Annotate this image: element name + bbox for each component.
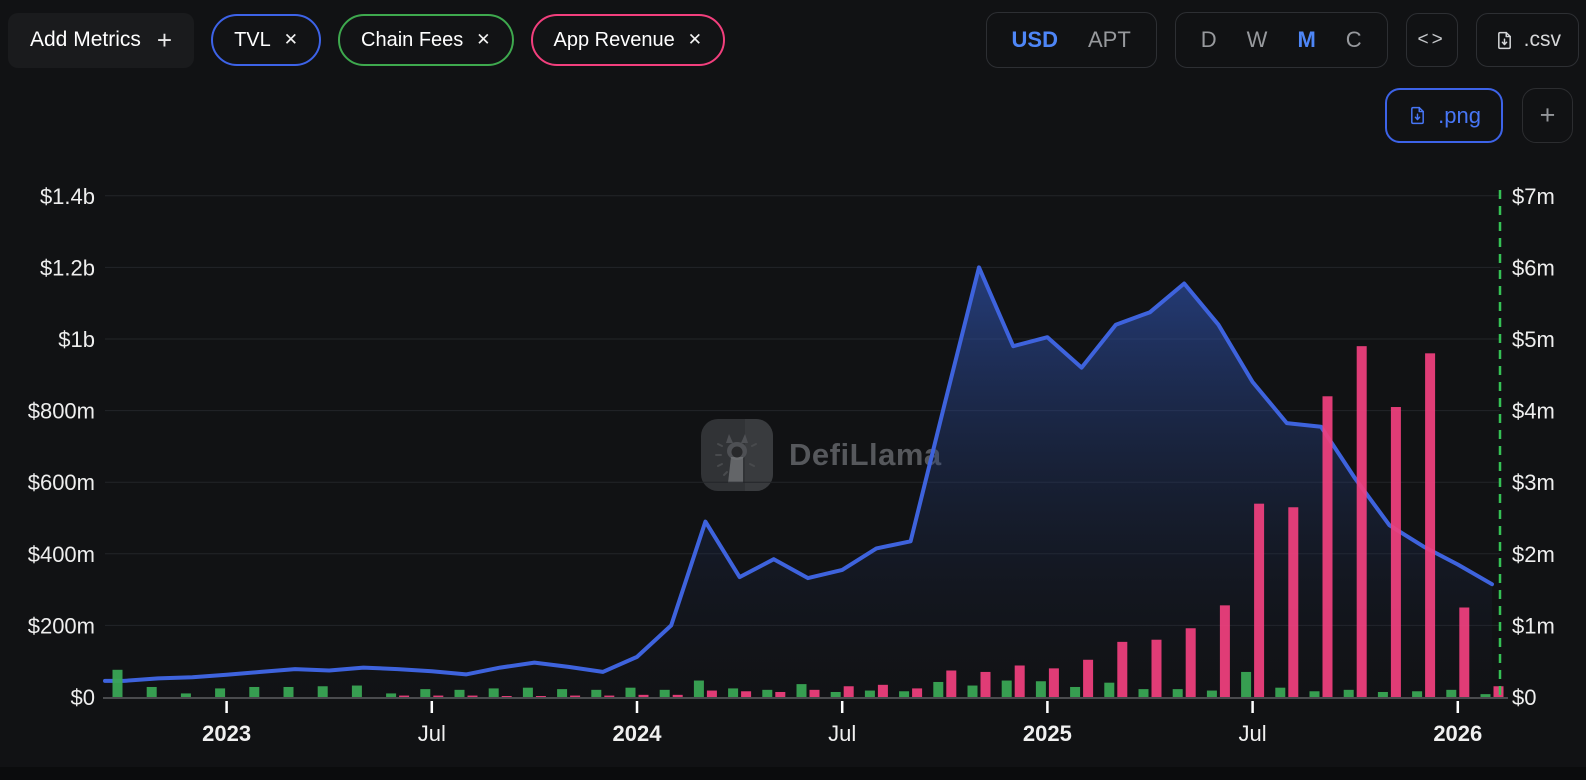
currency-toggle: USD APT bbox=[986, 12, 1157, 68]
svg-text:$0: $0 bbox=[71, 685, 95, 710]
svg-text:$1.2b: $1.2b bbox=[40, 255, 95, 280]
left-axis-labels: $0 $200m $400m $600m $800m $1b $1.2b $1.4b bbox=[28, 184, 95, 710]
svg-text:Jul: Jul bbox=[1239, 721, 1267, 746]
toolbar-row2: .png + bbox=[1385, 86, 1573, 145]
chip-tvl[interactable]: TVL ✕ bbox=[211, 14, 321, 66]
add-metrics-label: Add Metrics bbox=[30, 28, 141, 52]
svg-text:$400m: $400m bbox=[28, 542, 95, 567]
currency-option-apt[interactable]: APT bbox=[1088, 27, 1131, 53]
svg-text:$3m: $3m bbox=[1512, 470, 1555, 495]
svg-text:$6m: $6m bbox=[1512, 255, 1555, 280]
chip-label: App Revenue bbox=[554, 29, 675, 52]
svg-text:Jul: Jul bbox=[418, 721, 446, 746]
svg-text:$1m: $1m bbox=[1512, 613, 1555, 638]
close-icon[interactable]: ✕ bbox=[688, 30, 702, 50]
download-csv-button[interactable]: .csv bbox=[1476, 13, 1579, 67]
chart-canvas[interactable]: $0 $200m $400m $600m $800m $1b $1.2b $1.4b $0 $1… bbox=[0, 168, 1586, 780]
svg-text:$5m: $5m bbox=[1512, 327, 1555, 352]
interval-option-m[interactable]: M bbox=[1297, 27, 1315, 53]
chip-app-revenue[interactable]: App Revenue ✕ bbox=[531, 14, 725, 66]
svg-text:2023: 2023 bbox=[202, 721, 251, 746]
x-axis-labels: 2023 Jul 2024 Jul 2025 Jul 2026 bbox=[202, 701, 1482, 746]
interval-toggle: D W M C bbox=[1175, 12, 1388, 68]
toolbar: Add Metrics + TVL ✕ Chain Fees ✕ App Rev… bbox=[8, 12, 1579, 68]
embed-code-button[interactable]: <> bbox=[1406, 13, 1458, 67]
interval-option-d[interactable]: D bbox=[1201, 27, 1217, 53]
svg-text:$2m: $2m bbox=[1512, 542, 1555, 567]
svg-text:Jul: Jul bbox=[828, 721, 856, 746]
interval-option-w[interactable]: W bbox=[1247, 27, 1268, 53]
currency-option-usd[interactable]: USD bbox=[1012, 27, 1058, 53]
svg-text:2025: 2025 bbox=[1023, 721, 1072, 746]
chip-label: Chain Fees bbox=[361, 29, 463, 52]
add-metrics-button[interactable]: Add Metrics + bbox=[8, 13, 194, 68]
png-label: .png bbox=[1438, 103, 1481, 129]
chip-label: TVL bbox=[234, 29, 271, 52]
download-file-icon bbox=[1407, 105, 1428, 126]
close-icon[interactable]: ✕ bbox=[476, 30, 490, 50]
svg-text:$800m: $800m bbox=[28, 399, 95, 424]
svg-text:2024: 2024 bbox=[613, 721, 663, 746]
svg-text:$1b: $1b bbox=[58, 327, 95, 352]
svg-text:2026: 2026 bbox=[1433, 721, 1482, 746]
bottom-edge bbox=[0, 767, 1586, 780]
plus-icon: + bbox=[157, 27, 172, 53]
svg-text:$7m: $7m bbox=[1512, 184, 1555, 209]
download-png-button[interactable]: .png bbox=[1385, 88, 1503, 143]
svg-text:$0: $0 bbox=[1512, 685, 1536, 710]
close-icon[interactable]: ✕ bbox=[284, 30, 298, 50]
csv-label: .csv bbox=[1524, 28, 1561, 52]
download-file-icon bbox=[1494, 30, 1515, 51]
svg-text:$200m: $200m bbox=[28, 613, 95, 638]
toolbar-right: USD APT D W M C <> .csv bbox=[986, 12, 1579, 68]
chip-chain-fees[interactable]: Chain Fees ✕ bbox=[338, 14, 514, 66]
metric-chips: TVL ✕ Chain Fees ✕ App Revenue ✕ bbox=[211, 14, 725, 66]
add-chart-button[interactable]: + bbox=[1522, 88, 1573, 143]
interval-option-c[interactable]: C bbox=[1346, 27, 1362, 53]
svg-text:$600m: $600m bbox=[28, 470, 95, 495]
svg-text:$1.4b: $1.4b bbox=[40, 184, 95, 209]
right-axis-labels: $0 $1m $2m $3m $4m $5m $6m $7m bbox=[1512, 184, 1555, 710]
svg-text:$4m: $4m bbox=[1512, 399, 1555, 424]
